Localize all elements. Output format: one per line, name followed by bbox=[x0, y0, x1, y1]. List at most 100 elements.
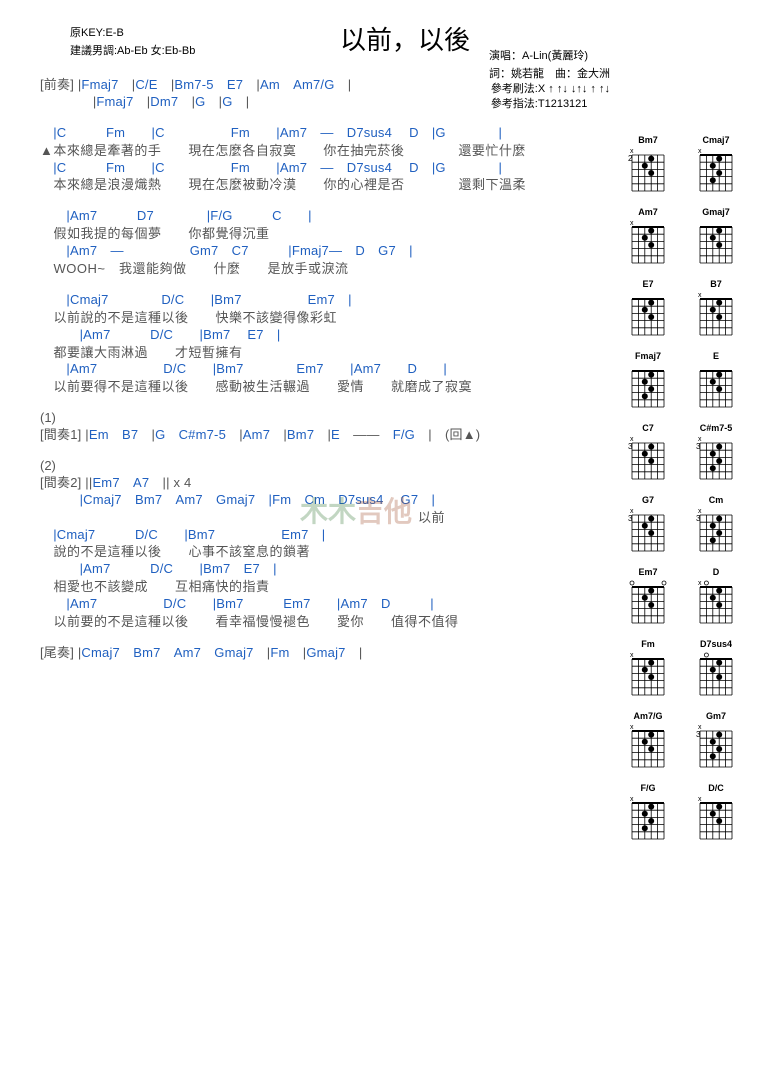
chord-diagram-label: Bm7 bbox=[638, 135, 658, 145]
meta-left: 原KEY:E-B 建議男調:Ab-Eb 女:Eb-Bb bbox=[70, 25, 195, 60]
chord-diagram-label: Em7 bbox=[638, 567, 657, 577]
chord-diagram-label: Am7 bbox=[638, 207, 658, 217]
chord-diagrams: Bm72xCmaj7xAm7xGmaj7E7B7xFmaj7EC73xC#m7-… bbox=[622, 135, 742, 855]
svg-text:x: x bbox=[698, 508, 702, 515]
lyric-line: 本來總是浪漫熾熱 現在怎麼被動冷漠 你的心裡是否 還剩下溫柔 bbox=[40, 177, 580, 194]
chord-diagram-label: F/G bbox=[641, 783, 656, 793]
diagram-row: Fmx D7sus4 bbox=[622, 639, 742, 699]
header: 原KEY:E-B 建議男調:Ab-Eb 女:Eb-Bb 以前，以後 演唱：A-L… bbox=[40, 20, 770, 57]
chord-diagram-label: C#m7-5 bbox=[700, 423, 733, 433]
svg-text:x: x bbox=[698, 580, 702, 587]
svg-text:x: x bbox=[630, 724, 634, 731]
chord-diagram: Fmx bbox=[622, 639, 674, 699]
chord-diagram-label: E bbox=[713, 351, 719, 361]
diagram-row: E7 B7 x bbox=[622, 279, 742, 339]
fretboard-grid: 3x bbox=[628, 507, 668, 555]
chord-diagram-label: C7 bbox=[642, 423, 654, 433]
chord-line: |Am7 — Gm7 C7 |Fmaj7— D G7 | bbox=[40, 243, 580, 260]
chord-diagram: G7 3x bbox=[622, 495, 674, 555]
chord-diagram-label: D/C bbox=[708, 783, 724, 793]
performer: 演唱：A-Lin(黃麗玲) bbox=[489, 48, 610, 66]
lyric-line: 以前說的不是這種以後 快樂不該變得像彩虹 bbox=[40, 310, 580, 327]
fretboard-grid: 3x bbox=[696, 507, 736, 555]
chord-diagram: Am7 x bbox=[622, 207, 674, 267]
chord-line: |Cmaj7 D/C |Bm7 Em7 | bbox=[40, 292, 580, 309]
lyric-line: 都要讓大雨淋過 才短暫擁有 bbox=[40, 345, 580, 362]
chord-line: |Am7 D/C |Bm7 E7 | bbox=[40, 327, 580, 344]
suggested-key: 建議男調:Ab-Eb 女:Eb-Bb bbox=[70, 43, 195, 61]
diagram-row: F/G x D/C x bbox=[622, 783, 742, 843]
svg-text:x: x bbox=[630, 220, 634, 227]
meta-right-2: 參考刷法:X ↑ ↑↓ ↓↑↓ ↑ ↑↓ 參考指法:T1213121 bbox=[491, 82, 610, 113]
chord-diagram: Gm73x bbox=[690, 711, 742, 771]
fretboard-grid: 3x bbox=[628, 435, 668, 483]
chord-diagram: Em7 bbox=[622, 567, 674, 627]
section-marker: (2) bbox=[40, 458, 580, 475]
meta-right: 演唱：A-Lin(黃麗玲) 詞：姚若龍 曲：金大洲 bbox=[489, 48, 610, 83]
svg-text:x: x bbox=[698, 148, 702, 155]
strum-pattern: 參考刷法:X ↑ ↑↓ ↓↑↓ ↑ ↑↓ bbox=[491, 82, 610, 97]
fretboard-grid: x bbox=[696, 579, 736, 627]
chord-diagram: C#m7-5 3x bbox=[690, 423, 742, 483]
fretboard-grid: x bbox=[628, 795, 668, 843]
svg-text:x: x bbox=[630, 148, 634, 155]
fretboard-grid: x bbox=[628, 651, 668, 699]
chord-diagram-label: Fm bbox=[641, 639, 655, 649]
chord-diagram: F/G x bbox=[622, 783, 674, 843]
diagram-row: Bm72xCmaj7x bbox=[622, 135, 742, 195]
chord-diagram-label: Am7/G bbox=[633, 711, 662, 721]
chord-line: |Am7 D/C |Bm7 Em7 |Am7 D | bbox=[40, 596, 580, 613]
svg-text:x: x bbox=[630, 796, 634, 803]
svg-text:x: x bbox=[698, 724, 702, 731]
chord-diagram-label: Cm bbox=[709, 495, 724, 505]
chord-diagram-label: G7 bbox=[642, 495, 654, 505]
lyric-line: 以前 bbox=[40, 510, 580, 527]
chord-diagram-label: Gmaj7 bbox=[702, 207, 730, 217]
fretboard-grid: x bbox=[696, 291, 736, 339]
diagram-row: C7 3x C#m7-5 3x bbox=[622, 423, 742, 483]
chord-diagram: Gmaj7 bbox=[690, 207, 742, 267]
diagram-row: Am7/GxGm73x bbox=[622, 711, 742, 771]
fretboard-grid: x bbox=[696, 795, 736, 843]
chord-line: |Cmaj7 D/C |Bm7 Em7 | bbox=[40, 527, 580, 544]
fretboard-grid bbox=[696, 363, 736, 411]
lyric-line: 以前要得不是這種以後 感動被生活輾過 愛情 就磨成了寂寞 bbox=[40, 379, 580, 396]
chord-diagram: Fmaj7 bbox=[622, 351, 674, 411]
chord-line: |Am7 D/C |Bm7 Em7 |Am7 D | bbox=[40, 361, 580, 378]
fretboard-grid bbox=[696, 651, 736, 699]
pick-pattern: 參考指法:T1213121 bbox=[491, 97, 610, 112]
fretboard-grid bbox=[628, 291, 668, 339]
chord-diagram: D/C x bbox=[690, 783, 742, 843]
svg-text:x: x bbox=[698, 796, 702, 803]
chord-diagram: E bbox=[690, 351, 742, 411]
chord-diagram: D7sus4 bbox=[690, 639, 742, 699]
mixed-line: [間奏1] |Em B7 |G C#m7-5 |Am7 |Bm7 |E —— F… bbox=[40, 427, 580, 444]
chord-diagram: Am7/G x bbox=[622, 711, 674, 771]
chord-diagram-label: E7 bbox=[642, 279, 653, 289]
fretboard-grid: x bbox=[628, 723, 668, 771]
svg-text:x: x bbox=[698, 436, 702, 443]
lyric-line: 說的不是這種以後 心事不該窒息的鎖著 bbox=[40, 544, 580, 561]
chord-diagram: Cm 3x bbox=[690, 495, 742, 555]
mixed-line: [間奏2] ||Em7 A7 || x 4 bbox=[40, 475, 580, 492]
chord-diagram-label: Cmaj7 bbox=[702, 135, 729, 145]
svg-text:x: x bbox=[698, 292, 702, 299]
chord-diagram-label: B7 bbox=[710, 279, 722, 289]
chord-diagram-label: Fmaj7 bbox=[635, 351, 661, 361]
svg-text:x: x bbox=[630, 436, 634, 443]
mixed-line: [尾奏] |Cmaj7 Bm7 Am7 Gmaj7 |Fm |Gmaj7 | bbox=[40, 645, 580, 662]
chord-diagram: Bm72x bbox=[622, 135, 674, 195]
svg-text:x: x bbox=[630, 508, 634, 515]
chord-diagram: B7 x bbox=[690, 279, 742, 339]
chord-diagram: E7 bbox=[622, 279, 674, 339]
chord-line: |Am7 D7 |F/G C | bbox=[40, 208, 580, 225]
fretboard-grid: x bbox=[696, 147, 736, 195]
chord-diagram-label: D bbox=[713, 567, 720, 577]
fretboard-grid bbox=[696, 219, 736, 267]
chord-line: |C Fm |C Fm |Am7 — D7sus4 D |G | bbox=[40, 160, 580, 177]
fretboard-grid bbox=[628, 363, 668, 411]
fretboard-grid: 3x bbox=[696, 435, 736, 483]
lyric-line: ▲本來總是牽著的手 現在怎麼各自寂寞 你在抽完菸後 還要忙什麼 bbox=[40, 143, 580, 160]
svg-text:x: x bbox=[630, 652, 634, 659]
chord-sheet-page: 原KEY:E-B 建議男調:Ab-Eb 女:Eb-Bb 以前，以後 演唱：A-L… bbox=[0, 0, 770, 692]
